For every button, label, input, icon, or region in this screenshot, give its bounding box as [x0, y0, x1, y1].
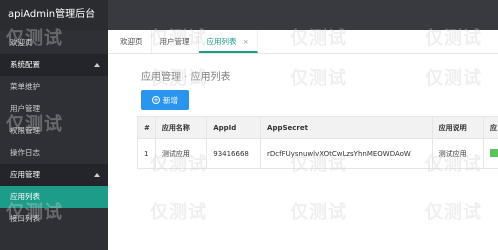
add-button[interactable]: + 新增 — [141, 90, 189, 110]
sidebar-item-menu[interactable]: 菜单维护 — [0, 76, 108, 98]
tab-bar: 欢迎页 用户管理 应用列表 × — [108, 30, 498, 54]
table-header-row: # 应用名称 AppId AppSecret 应用说明 应 — [137, 116, 498, 139]
tab-user-management[interactable]: 用户管理 — [152, 30, 199, 53]
sidebar-item-welcome[interactable]: 欢迎页 — [0, 32, 108, 54]
sidebar-item-api-list[interactable]: 接口列表 — [0, 208, 108, 230]
cell-appsecret: rDcfFUysnuwlvXOtCwLzsYhnMEOWDAoW — [260, 138, 433, 169]
main-area: 欢迎页 用户管理 应用列表 × 应用管理 · 应用列表 + 新增 # 应用名称 … — [108, 0, 498, 250]
sidebar-group-system-config[interactable]: 系统配置 — [0, 54, 108, 76]
caret-up-icon — [94, 173, 100, 177]
plus-icon: + — [152, 96, 160, 104]
status-toggle[interactable] — [489, 148, 498, 157]
top-bar — [108, 0, 498, 30]
column-header-name: 应用名称 — [154, 116, 208, 139]
content-panel: 应用管理 · 应用列表 + 新增 # 应用名称 AppId AppSecret … — [108, 54, 498, 169]
column-header-index: # — [137, 116, 156, 139]
column-header-appid: AppId — [206, 116, 262, 139]
tab-welcome[interactable]: 欢迎页 — [112, 30, 152, 53]
app-table: # 应用名称 AppId AppSecret 应用说明 应 1 测试应用 934… — [137, 116, 498, 169]
sidebar-group-label: 系统配置 — [10, 60, 40, 69]
sidebar-item-logs[interactable]: 操作日志 — [0, 142, 108, 164]
column-header-status: 应 — [482, 116, 498, 139]
app-brand: apiAdmin管理后台 — [0, 0, 108, 30]
cell-app-name: 测试应用 — [154, 138, 208, 169]
column-header-description: 应用说明 — [431, 116, 484, 139]
column-header-appsecret: AppSecret — [260, 116, 433, 139]
sidebar-group-label: 应用管理 — [10, 170, 40, 179]
cell-status — [482, 138, 498, 169]
breadcrumb: 应用管理 · 应用列表 — [141, 72, 231, 83]
sidebar: apiAdmin管理后台 欢迎页 系统配置 菜单维护 用户管理 权限管理 操作日… — [0, 0, 108, 250]
cell-description: 测试应用 — [431, 138, 484, 169]
cell-index: 1 — [137, 138, 156, 169]
sidebar-item-permissions[interactable]: 权限管理 — [0, 120, 108, 142]
sidebar-group-app-management[interactable]: 应用管理 — [0, 164, 108, 186]
sidebar-item-users[interactable]: 用户管理 — [0, 98, 108, 120]
tab-label: 应用列表 — [206, 37, 237, 46]
tab-app-list[interactable]: 应用列表 × — [198, 30, 258, 53]
caret-up-icon — [94, 63, 100, 67]
add-button-label: 新增 — [163, 95, 178, 105]
cell-appid: 93416668 — [206, 138, 262, 169]
close-icon[interactable]: × — [243, 38, 249, 46]
table-row[interactable]: 1 测试应用 93416668 rDcfFUysnuwlvXOtCwLzsYhn… — [137, 138, 498, 169]
sidebar-item-app-list[interactable]: 应用列表 — [0, 186, 108, 208]
